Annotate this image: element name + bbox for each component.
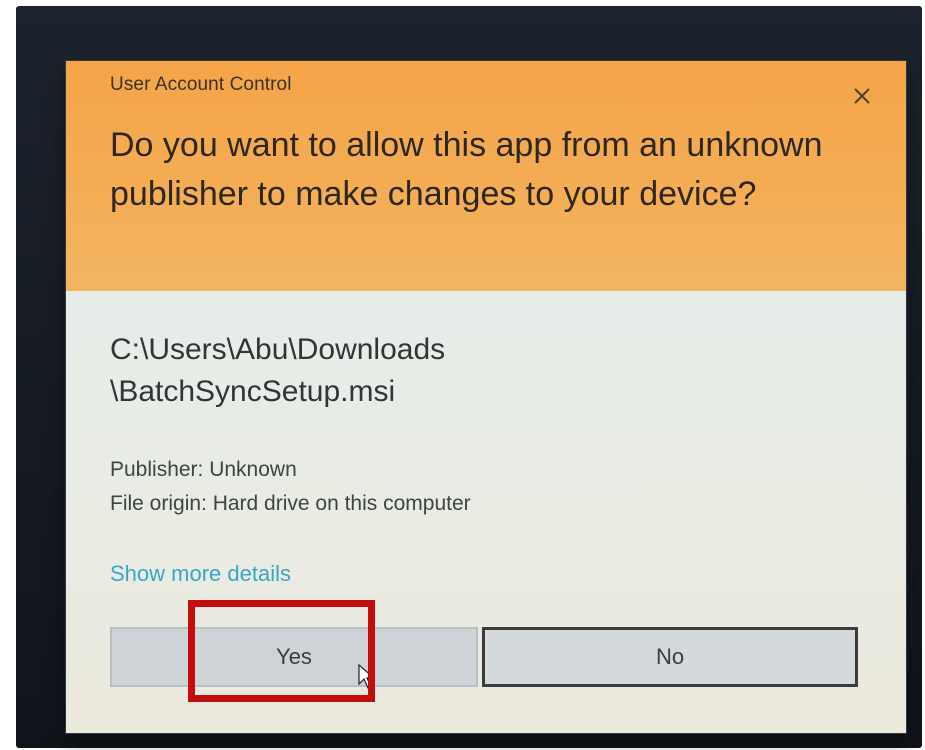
mouse-cursor-icon [358, 663, 376, 690]
yes-button-label: Yes [276, 644, 312, 669]
show-more-details-link[interactable]: Show more details [110, 561, 291, 587]
dialog-title: User Account Control [110, 74, 292, 95]
no-button[interactable]: No [482, 627, 858, 687]
dialog-question: Do you want to allow this app from an un… [110, 126, 823, 213]
file-origin-text: File origin: Hard drive on this computer [110, 492, 471, 515]
file-path: C:\Users\Abu\Downloads \BatchSyncSetup.m… [110, 329, 830, 413]
yes-button[interactable]: Yes [110, 627, 478, 687]
monitor-screen: User Account Control Do you want to allo… [16, 6, 922, 748]
file-info: Publisher: Unknown File origin: Hard dri… [110, 453, 471, 521]
close-icon[interactable] [849, 83, 875, 109]
dialog-header: User Account Control Do you want to allo… [66, 61, 906, 291]
publisher-text: Publisher: Unknown [110, 458, 297, 481]
file-path-line-2: \BatchSyncSetup.msi [110, 375, 396, 408]
file-path-line-1: C:\Users\Abu\Downloads [110, 333, 446, 366]
no-button-label: No [655, 644, 685, 669]
uac-dialog: User Account Control Do you want to allo… [66, 61, 906, 733]
